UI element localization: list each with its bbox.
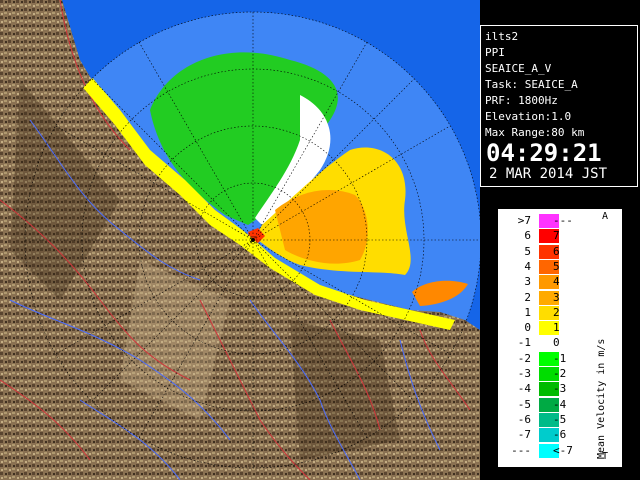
- velocity-legend: >7 --- 6 7 5 6 4 5 3 4 2 3 1 2 0 1 -1 0 -2 -1 -3 -2 -4 -3 -5 -4 -6…: [498, 209, 622, 467]
- legend-upper-bound: -6: [553, 428, 567, 442]
- legend-lower-bound: -1: [517, 336, 531, 350]
- legend-lower-bound: -2: [517, 351, 531, 365]
- legend-upper-bound: 5: [553, 259, 560, 273]
- legend-lower-bound: -7: [517, 428, 531, 442]
- legend-lower-bound: 0: [524, 321, 531, 335]
- legend-upper-bound: ---: [553, 214, 573, 227]
- legend-lower-bound: 5: [524, 244, 531, 258]
- legend-title: Mean Velocity in m/s: [596, 338, 607, 459]
- legend-upper-bound: 4: [553, 275, 560, 289]
- legend-upper-bound: 6: [553, 244, 560, 258]
- legend-upper-bound: -2: [553, 367, 567, 380]
- legend-lower-bound: ---: [511, 443, 531, 457]
- info-panel: ilts2 PPI SEAICE_A_V Task: SEAICE_A PRF:…: [480, 0, 640, 480]
- legend-upper-bound: -3: [553, 382, 567, 396]
- legend-top-marker: A: [602, 211, 609, 222]
- site-name: ilts2: [485, 30, 519, 43]
- legend-lower-bound: 2: [524, 290, 531, 304]
- legend-upper-bound: 0: [553, 336, 560, 350]
- prf-value: PRF: 1800Hz: [485, 94, 558, 107]
- legend-upper-bound: -4: [553, 397, 567, 411]
- legend-lower-bound: -5: [517, 397, 531, 411]
- radar-ppi-map: [0, 0, 480, 480]
- legend-lower-bound: -6: [517, 412, 531, 426]
- scan-date: 2 MAR 2014 JST: [489, 166, 608, 182]
- legend-upper-bound: -1: [553, 351, 567, 365]
- radar-site-marker: [251, 238, 255, 242]
- legend-lower-bound: 3: [524, 275, 531, 289]
- legend-upper-bound: -5: [553, 412, 567, 426]
- legend-lower-bound: 6: [524, 229, 531, 243]
- elevation-value: Elevation:1.0: [485, 110, 572, 123]
- scan-mode: PPI: [485, 46, 505, 59]
- max-range-value: Max Range:80 km: [485, 126, 585, 139]
- legend-lower-bound: -3: [517, 367, 531, 380]
- legend-upper-bound: 3: [553, 290, 560, 304]
- product-name: SEAICE_A_V: [485, 62, 552, 75]
- legend-upper-bound: <-7: [553, 443, 573, 457]
- legend-upper-bound: 1: [553, 321, 560, 335]
- radar-info-box: ilts2 PPI SEAICE_A_V Task: SEAICE_A PRF:…: [480, 25, 638, 187]
- legend-lower-bound: 1: [524, 305, 531, 319]
- legend-upper-bound: 2: [553, 305, 560, 319]
- legend-lower-bound: >7: [517, 214, 531, 227]
- legend-upper-bound: 7: [553, 229, 560, 243]
- scan-time: 04:29:21: [486, 139, 602, 167]
- legend-lower-bound: 4: [524, 259, 531, 273]
- legend-lower-bound: -4: [517, 382, 531, 396]
- task-name: Task: SEAICE_A: [485, 78, 578, 91]
